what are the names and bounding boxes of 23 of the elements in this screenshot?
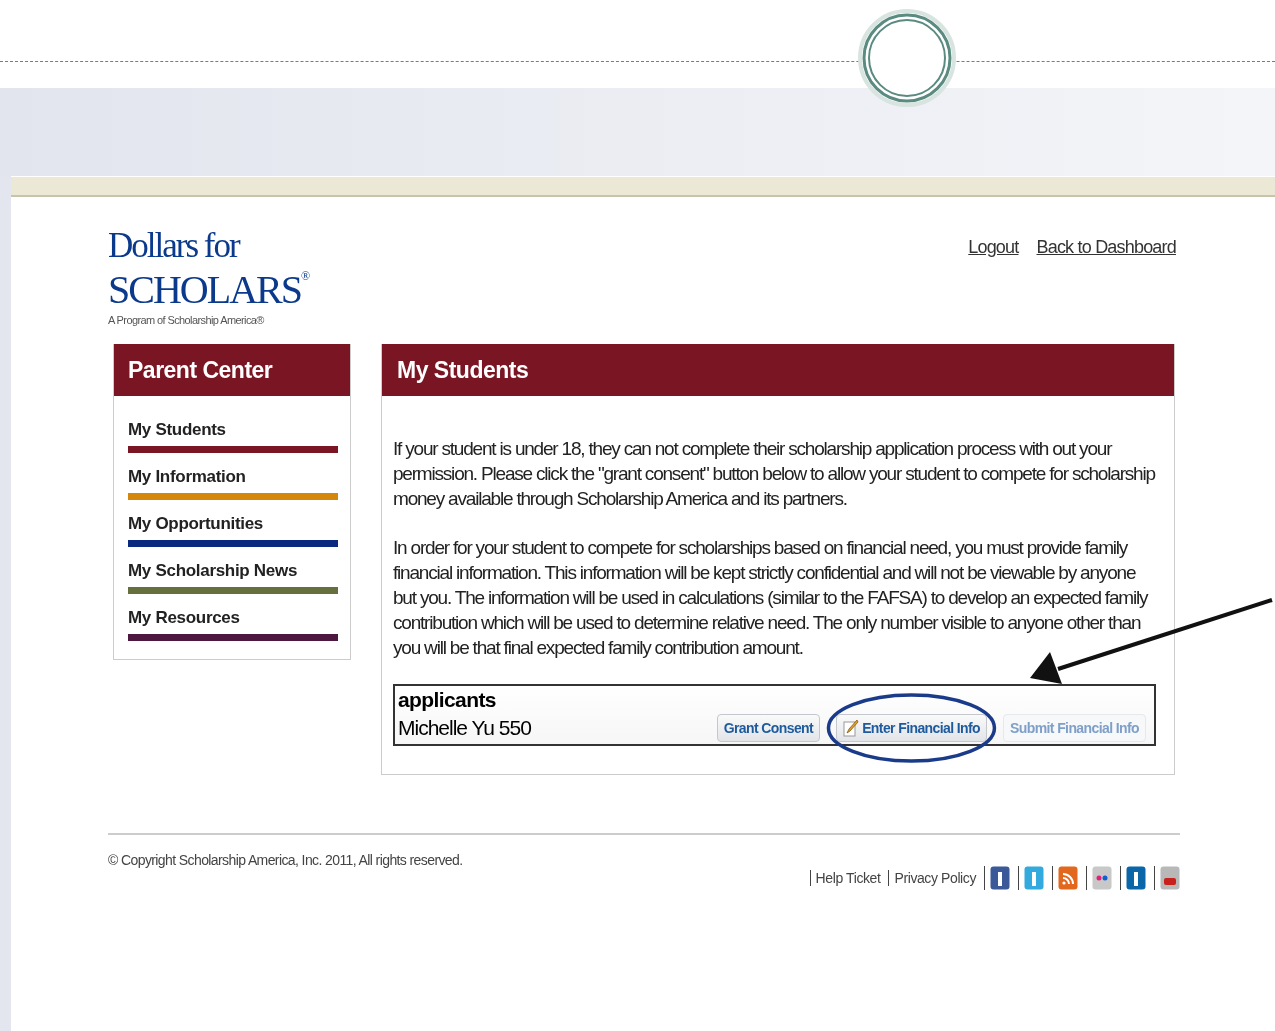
applicant-name: Michelle Yu 550 — [398, 716, 531, 741]
action-button[interactable]: Enter Financial Info — [836, 714, 988, 743]
sidebar-item[interactable]: My Opportunities — [128, 514, 338, 548]
rss-icon[interactable] — [1058, 866, 1078, 891]
table-heading: applicants — [397, 687, 497, 714]
header-link[interactable]: Back to Dashboard — [1036, 237, 1176, 258]
header-link[interactable]: Logout — [968, 237, 1019, 258]
pencil-icon — [843, 719, 860, 738]
paragraph: If your student is under 18, they can not complete their scholarship application process with out your permission. Please click the "grant consent" button below to allow your student to compete for scholarship money available through Scholarship America and its partners. — [393, 437, 1156, 512]
action-button[interactable]: Grant Consent — [716, 714, 821, 743]
copyright-text: © Copyright Scholarship America, Inc. 2011, All rights reserved. — [108, 852, 463, 871]
flickr-icon[interactable] — [1092, 866, 1112, 891]
footer-link[interactable]: Help Ticket — [809, 870, 881, 887]
sidebar-item[interactable]: My Resources — [128, 608, 338, 642]
sidebar-item[interactable]: My Students — [128, 420, 338, 454]
sidebar-item[interactable]: My Information — [128, 467, 338, 501]
sidebar-item[interactable]: My Scholarship News — [128, 561, 338, 595]
paragraph: In order for your student to compete for scholarships based on financial need, you must provide family financial information. This information will be kept strictly confidential and will not be viewable by anyone but you. The information will be used in calculations (similar to the FAFSA) to develop an expected family contribution which will be used to determine relative need. The only number visible to anyone other than you will be that final expected family contribution amount. — [393, 536, 1149, 661]
sidebar-title: Parent Center — [128, 356, 273, 384]
logo: Dollars for SCHOLARS$^{®}$ A Program of Scholarship America® — [108, 225, 310, 328]
main-title: My Students — [397, 356, 529, 384]
footer-link[interactable]: Privacy Policy — [888, 870, 976, 887]
youtube-icon[interactable] — [1160, 866, 1180, 891]
